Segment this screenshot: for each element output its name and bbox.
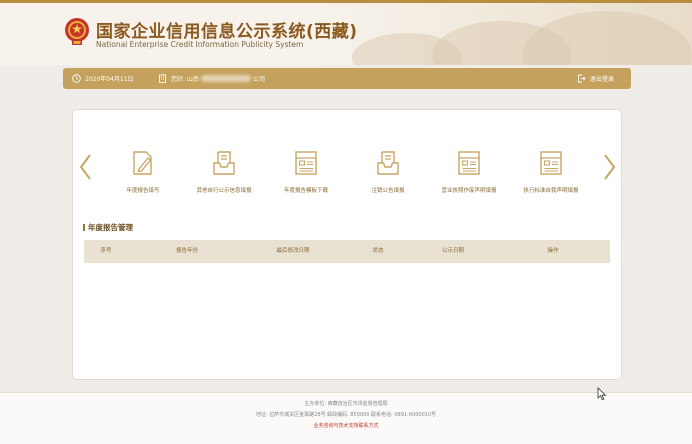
column-header-status: 状态 (372, 248, 384, 254)
national-emblem-icon (65, 18, 89, 45)
edit-report-icon (133, 151, 152, 175)
company-prefix: 您好: 山南 (171, 76, 199, 83)
site-title: 国家企业信用信息公示系统(西藏) (96, 22, 358, 42)
footer-organizer: 主办单位: 西藏自治区市场监督管理局 (304, 401, 388, 407)
company-suffix: 公司 (252, 76, 265, 83)
function-label: 注销公告填报 (371, 188, 405, 194)
logout-button[interactable]: 退出登录 (577, 68, 614, 89)
site-header: 国家企业信用信息公示系统(西藏) National Enterprise Cre… (0, 3, 692, 65)
carousel-prev-arrow-icon[interactable] (77, 152, 93, 182)
function-license-void-statement[interactable]: 营业执照作废声明填报 (429, 149, 509, 194)
form-document-icon (540, 151, 562, 175)
user-info-bar: 2020年04月11日 您好: 山南 公司 退出登录 (63, 68, 631, 89)
report-table-header: 序号 报告年份 最后修改日期 状态 公示日期 操作 (84, 240, 610, 263)
column-header-actions: 操作 (547, 248, 559, 254)
inbox-tray-icon (377, 151, 399, 175)
function-annual-report-fill[interactable]: 年度报告填写 (103, 149, 183, 194)
function-standard-self-declaration[interactable]: 执行标准自我声明填报 (511, 149, 591, 194)
column-header-last-modified: 最后修改日期 (276, 248, 310, 254)
function-label: 年度报告模板下载 (283, 188, 328, 194)
date-display: 2020年04月11日 (72, 68, 134, 89)
date-text: 2020年04月11日 (85, 76, 134, 83)
company-display: 您好: 山南 公司 (158, 68, 265, 89)
column-header-index: 序号 (100, 248, 112, 254)
redacted-company-name (200, 75, 251, 82)
clock-icon (72, 74, 81, 83)
section-title: 年度报告管理 (83, 222, 133, 233)
form-document-icon (295, 151, 317, 175)
column-header-publish-date: 公示日期 (441, 248, 465, 254)
building-icon (159, 74, 166, 83)
site-subtitle-en: National Enterprise Credit Information P… (96, 40, 304, 49)
carousel-next-arrow-icon[interactable] (602, 152, 618, 182)
footer-support-link[interactable]: 业务咨询与技术支持联系方式 (313, 423, 378, 429)
mouse-cursor-icon (597, 387, 607, 401)
section-title-marker (83, 224, 85, 231)
function-report-template-download[interactable]: 年度报告模板下载 (266, 149, 346, 194)
logout-label: 退出登录 (590, 76, 615, 83)
function-label: 其他自行公示信息填报 (196, 188, 252, 194)
footer-address: 地址: 拉萨市城关区金珠路28号 邮政编码: 850000 联系电话: 0891… (255, 412, 437, 418)
column-header-report-year: 报告年份 (175, 248, 199, 254)
function-label: 执行标准自我声明填报 (523, 188, 579, 194)
inbox-tray-icon (213, 151, 235, 175)
logout-icon (578, 74, 586, 83)
function-other-self-disclosure[interactable]: 其他自行公示信息填报 (184, 149, 264, 194)
section-title-text: 年度报告管理 (88, 223, 133, 232)
site-footer: 主办单位: 西藏自治区市场监督管理局 地址: 拉萨市城关区金珠路28号 邮政编码… (0, 392, 692, 444)
header-decoration (312, 3, 692, 65)
function-cancellation-notice[interactable]: 注销公告填报 (348, 149, 428, 194)
form-document-icon (458, 151, 480, 175)
function-label: 年度报告填写 (126, 188, 160, 194)
function-label: 营业执照作废声明填报 (441, 188, 497, 194)
